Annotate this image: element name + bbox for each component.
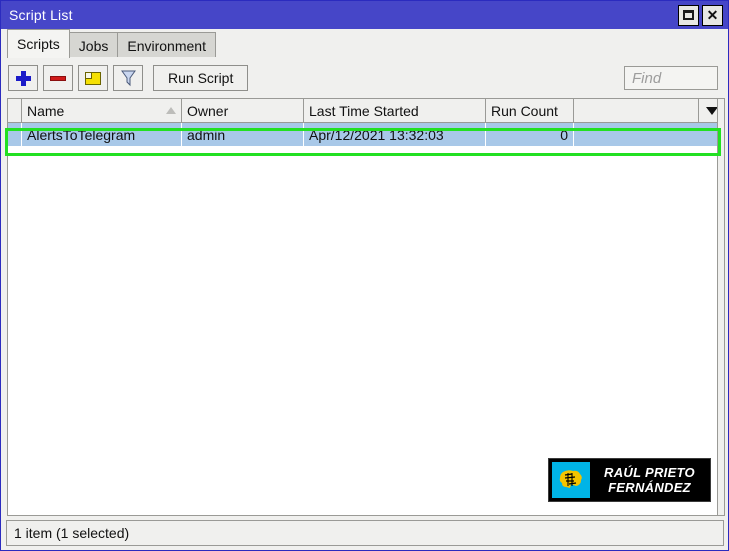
- column-header-run-count[interactable]: Run Count: [486, 99, 574, 122]
- script-table: Name Owner Last Time Started Run Count A…: [7, 98, 725, 516]
- watermark-text: RAÚL PRIETO FERNÁNDEZ: [595, 465, 710, 495]
- run-script-button[interactable]: Run Script: [153, 65, 249, 91]
- cell-owner: admin: [182, 123, 304, 146]
- table-body: AlertsToTelegram admin Apr/12/2021 13:32…: [8, 123, 725, 515]
- column-header-run-count-label: Run Count: [491, 102, 558, 119]
- comment-button[interactable]: [78, 65, 108, 91]
- add-script-button[interactable]: [8, 65, 38, 91]
- toolbar: Run Script Find: [1, 58, 728, 98]
- cell-spacer: [574, 123, 725, 146]
- plus-icon: [15, 70, 31, 86]
- minus-icon: [50, 75, 66, 81]
- cell-last-time-started: Apr/12/2021 13:32:03: [304, 123, 486, 146]
- watermark-line2: FERNÁNDEZ: [608, 480, 691, 495]
- row-selector-header: [8, 99, 22, 122]
- search-placeholder: Find: [632, 69, 662, 87]
- brain-logo-icon: [552, 462, 590, 498]
- search-area: Find: [624, 66, 721, 90]
- run-script-label: Run Script: [168, 70, 234, 86]
- row-selector-cell[interactable]: [8, 123, 22, 146]
- tab-strip: Scripts Jobs Environment: [1, 29, 728, 58]
- script-list-window: Script List ✕ Scripts Jobs Environment R…: [0, 0, 729, 551]
- column-header-name[interactable]: Name: [22, 99, 182, 122]
- search-input[interactable]: Find: [624, 66, 718, 90]
- vertical-scrollbar[interactable]: [717, 99, 725, 515]
- note-icon: [85, 71, 101, 85]
- column-header-last-time-started-label: Last Time Started: [309, 102, 419, 119]
- column-header-last-time-started[interactable]: Last Time Started: [304, 99, 486, 122]
- window-title: Script List: [9, 7, 73, 23]
- column-header-name-label: Name: [27, 102, 65, 119]
- filter-button[interactable]: [113, 65, 143, 91]
- close-button[interactable]: ✕: [702, 4, 723, 26]
- cell-name: AlertsToTelegram: [22, 123, 182, 146]
- tab-scripts-label: Scripts: [17, 36, 60, 52]
- tab-environment-label: Environment: [127, 37, 206, 54]
- funnel-icon: [120, 70, 136, 87]
- sort-ascending-icon: [166, 107, 176, 114]
- window-titlebar: Script List ✕: [1, 1, 728, 29]
- tab-jobs-label: Jobs: [78, 37, 109, 54]
- status-bar: 1 item (1 selected): [6, 520, 724, 546]
- tab-jobs[interactable]: Jobs: [68, 32, 119, 58]
- column-header-owner-label: Owner: [187, 102, 229, 119]
- watermark-line1: RAÚL PRIETO: [604, 465, 695, 480]
- maximize-button[interactable]: [678, 4, 699, 26]
- column-header-spacer: [574, 99, 699, 122]
- remove-script-button[interactable]: [43, 65, 73, 91]
- status-bar-text: 1 item (1 selected): [14, 525, 130, 541]
- maximize-icon: [683, 10, 694, 20]
- watermark-badge: RAÚL PRIETO FERNÁNDEZ: [548, 458, 711, 502]
- close-icon: ✕: [706, 7, 719, 23]
- cell-run-count: 0: [486, 123, 574, 146]
- column-header-owner[interactable]: Owner: [182, 99, 304, 122]
- table-row[interactable]: AlertsToTelegram admin Apr/12/2021 13:32…: [8, 123, 725, 146]
- tab-environment[interactable]: Environment: [117, 32, 216, 58]
- tab-scripts[interactable]: Scripts: [7, 29, 70, 58]
- window-controls: ✕: [678, 4, 728, 26]
- table-header-row: Name Owner Last Time Started Run Count: [8, 99, 725, 123]
